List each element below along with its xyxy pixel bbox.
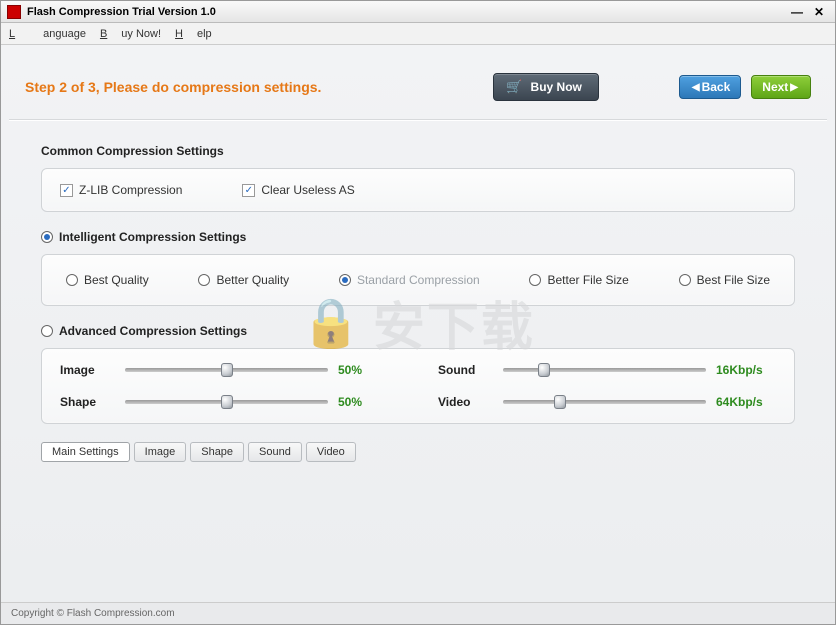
shape-slider[interactable]: Shape 50% bbox=[60, 395, 398, 409]
menu-bar: Language Buy Now! Help bbox=[1, 23, 835, 45]
settings-tabs: Main Settings Image Shape Sound Video bbox=[41, 442, 795, 462]
tab-video[interactable]: Video bbox=[306, 442, 356, 462]
advanced-settings-panel: Image 50% Sound 16Kbp/s Shape 50% bbox=[41, 348, 795, 424]
minimize-button[interactable]: — bbox=[787, 5, 807, 19]
back-button[interactable]: ◀ Back bbox=[679, 75, 741, 99]
radio-icon bbox=[66, 274, 78, 286]
chevron-right-icon: ▶ bbox=[790, 82, 798, 93]
radio-icon bbox=[41, 231, 53, 243]
checkbox-icon bbox=[60, 184, 73, 197]
close-button[interactable]: ✕ bbox=[809, 5, 829, 19]
image-slider[interactable]: Image 50% bbox=[60, 363, 398, 377]
header-row: Step 2 of 3, Please do compression setti… bbox=[1, 45, 835, 119]
slider-thumb[interactable] bbox=[221, 395, 233, 409]
radio-best-file-size[interactable]: Best File Size bbox=[679, 273, 770, 287]
menu-help[interactable]: Help bbox=[175, 28, 212, 40]
app-icon bbox=[7, 5, 21, 19]
app-window: Flash Compression Trial Version 1.0 — ✕ … bbox=[0, 0, 836, 625]
window-title: Flash Compression Trial Version 1.0 bbox=[27, 6, 216, 18]
intelligent-settings-panel: Best Quality Better Quality Standard Com… bbox=[41, 254, 795, 306]
slider-thumb[interactable] bbox=[538, 363, 550, 377]
buy-now-button[interactable]: 🛒 Buy Now bbox=[493, 73, 599, 101]
radio-icon bbox=[529, 274, 541, 286]
next-button[interactable]: Next ▶ bbox=[751, 75, 811, 99]
common-settings-panel: Z-LIB Compression Clear Useless AS bbox=[41, 168, 795, 212]
radio-icon bbox=[339, 274, 351, 286]
menu-language[interactable]: Language bbox=[9, 28, 86, 40]
tab-image[interactable]: Image bbox=[134, 442, 187, 462]
tab-sound[interactable]: Sound bbox=[248, 442, 302, 462]
copyright-text: Copyright © Flash Compression.com bbox=[11, 608, 175, 619]
common-settings-label: Common Compression Settings bbox=[41, 144, 795, 158]
chevron-left-icon: ◀ bbox=[692, 82, 700, 93]
quality-radio-row: Best Quality Better Quality Standard Com… bbox=[60, 269, 776, 291]
radio-standard-compression[interactable]: Standard Compression bbox=[339, 273, 480, 287]
sound-slider[interactable]: Sound 16Kbp/s bbox=[438, 363, 776, 377]
checkbox-icon bbox=[242, 184, 255, 197]
intelligent-settings-radio[interactable]: Intelligent Compression Settings bbox=[41, 230, 795, 244]
tab-main-settings[interactable]: Main Settings bbox=[41, 442, 130, 462]
slider-thumb[interactable] bbox=[554, 395, 566, 409]
menu-buy-now[interactable]: Buy Now! bbox=[100, 28, 161, 40]
zlib-checkbox[interactable]: Z-LIB Compression bbox=[60, 183, 182, 197]
radio-best-quality[interactable]: Best Quality bbox=[66, 273, 149, 287]
video-slider[interactable]: Video 64Kbp/s bbox=[438, 395, 776, 409]
clear-useless-as-checkbox[interactable]: Clear Useless AS bbox=[242, 183, 354, 197]
title-bar: Flash Compression Trial Version 1.0 — ✕ bbox=[1, 1, 835, 23]
radio-icon bbox=[41, 325, 53, 337]
content-area: 🔒安下载 Step 2 of 3, Please do compression … bbox=[1, 45, 835, 602]
slider-thumb[interactable] bbox=[221, 363, 233, 377]
radio-icon bbox=[198, 274, 210, 286]
step-text: Step 2 of 3, Please do compression setti… bbox=[25, 79, 321, 95]
tab-shape[interactable]: Shape bbox=[190, 442, 244, 462]
advanced-settings-radio[interactable]: Advanced Compression Settings bbox=[41, 324, 795, 338]
main-panel: Common Compression Settings Z-LIB Compre… bbox=[1, 120, 835, 472]
radio-better-quality[interactable]: Better Quality bbox=[198, 273, 289, 287]
footer: Copyright © Flash Compression.com bbox=[1, 602, 835, 624]
cart-icon: 🛒 bbox=[506, 79, 522, 95]
radio-icon bbox=[679, 274, 691, 286]
radio-better-file-size[interactable]: Better File Size bbox=[529, 273, 628, 287]
